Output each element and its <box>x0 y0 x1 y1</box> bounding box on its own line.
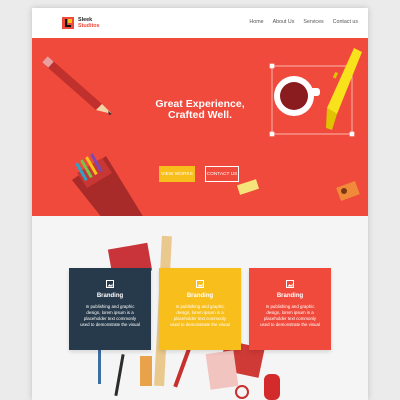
brand-subname: Studitos <box>78 23 100 29</box>
nav-about-us[interactable]: About Us <box>273 19 295 25</box>
services-section: Branding In publishing and graphic desig… <box>32 216 368 400</box>
service-card-red[interactable]: Branding In publishing and graphic desig… <box>249 268 331 350</box>
card-title: Branding <box>186 293 214 299</box>
marker-icon <box>140 356 152 386</box>
hero-section: Great Experience, Crafted Well. VIEW WOR… <box>32 38 368 216</box>
hero-title-line2: Crafted Well. <box>168 109 232 121</box>
pencil-icon <box>173 348 191 388</box>
scissors-icon <box>235 385 249 399</box>
site-header: Sleek Studitos Home About Us Services Co… <box>32 8 368 38</box>
pencil-case-icon <box>72 153 143 216</box>
image-icon <box>106 280 114 288</box>
card-title: Branding <box>96 293 124 299</box>
highlighter-icon <box>326 48 362 130</box>
nav-home[interactable]: Home <box>249 19 263 25</box>
contact-us-button[interactable]: CONTACT US <box>205 166 239 182</box>
logo-icon <box>62 17 74 29</box>
card-text: In publishing and graphic design, lorem … <box>170 304 230 327</box>
main-nav: Home About Us Services Contact us <box>249 19 358 25</box>
stapler-icon <box>264 374 280 400</box>
nav-contact-us[interactable]: Contact us <box>333 19 358 25</box>
hero-decoration <box>42 48 362 216</box>
hero-title: Great Experience, Crafted Well. <box>120 99 280 121</box>
coffee-cup-icon <box>274 76 320 116</box>
eraser-icon <box>236 179 260 195</box>
service-card-navy[interactable]: Branding In publishing and graphic desig… <box>69 268 151 350</box>
service-card-yellow[interactable]: Branding In publishing and graphic desig… <box>159 268 241 350</box>
card-text: In publishing and graphic design, lorem … <box>260 304 320 327</box>
card-title: Branding <box>276 293 304 299</box>
pencil-icon <box>42 56 112 115</box>
paper-icon <box>205 350 239 390</box>
image-icon <box>196 280 204 288</box>
website-mockup: Sleek Studitos Home About Us Services Co… <box>32 8 368 400</box>
sharpener-icon <box>336 181 360 201</box>
view-works-button[interactable]: VIEW WORKS <box>159 166 195 182</box>
logo[interactable]: Sleek Studitos <box>62 16 100 30</box>
nav-services[interactable]: Services <box>303 19 323 25</box>
image-icon <box>286 280 294 288</box>
brush-icon <box>98 344 101 384</box>
card-text: In publishing and graphic design, lorem … <box>80 304 140 327</box>
pencil-icon <box>114 354 125 397</box>
